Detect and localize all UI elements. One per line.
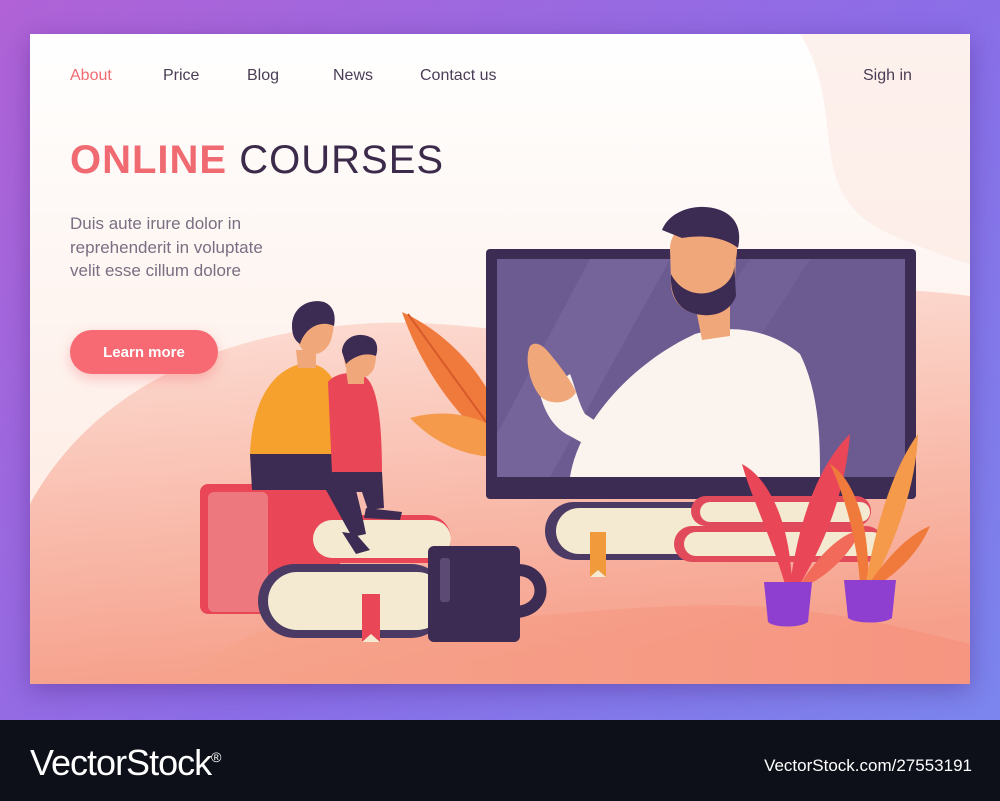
mug-icon [428, 546, 547, 642]
hero-illustration [200, 206, 930, 642]
landing-card: About Price Blog News Contact us Sigh in… [30, 34, 970, 684]
watermark-footer: VectorStock® VectorStock.com/27553191 [0, 720, 1000, 801]
brand-name: VectorStock [30, 742, 212, 783]
stock-id: VectorStock.com/27553191 [764, 756, 972, 775]
brand-mark: ® [211, 749, 221, 765]
brand-logo: VectorStock® [30, 742, 221, 784]
books-stack-left [200, 484, 451, 642]
